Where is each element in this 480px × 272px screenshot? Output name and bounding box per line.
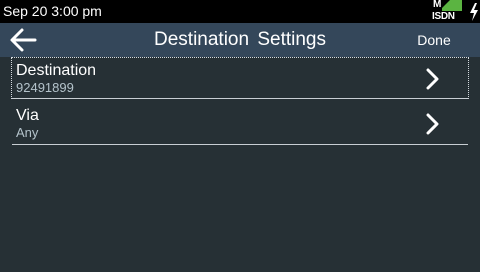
- chevron-right-icon: [426, 68, 439, 90]
- chevron-right-icon: [426, 113, 439, 135]
- lightning-bolt-icon: [470, 3, 478, 21]
- status-bar: Sep 20 3:00 pm M ISDN: [0, 0, 480, 23]
- status-datetime: Sep 20 3:00 pm: [3, 3, 102, 19]
- isdn-badge-top: M: [433, 0, 442, 10]
- list-divider: [12, 98, 468, 99]
- via-value: Any: [16, 125, 39, 140]
- via-label: Via: [16, 107, 39, 124]
- done-button[interactable]: Done: [412, 32, 456, 49]
- isdn-network-icon: M ISDN: [432, 0, 462, 23]
- header-bar: Destination Settings Done: [0, 23, 480, 57]
- destination-settings-screen: Sep 20 3:00 pm M ISDN Destination Settin…: [0, 0, 480, 272]
- destination-value: 92491899: [16, 80, 74, 95]
- list-item-destination[interactable]: Destination 92491899: [11, 57, 469, 99]
- list-divider: [12, 144, 468, 145]
- back-button[interactable]: [8, 27, 40, 53]
- arrow-left-icon: [10, 28, 37, 52]
- isdn-badge-label: ISDN: [432, 11, 455, 22]
- list-item-via[interactable]: Via Any: [12, 103, 468, 143]
- destination-label: Destination: [16, 62, 97, 79]
- page-title: Destination Settings: [154, 29, 326, 50]
